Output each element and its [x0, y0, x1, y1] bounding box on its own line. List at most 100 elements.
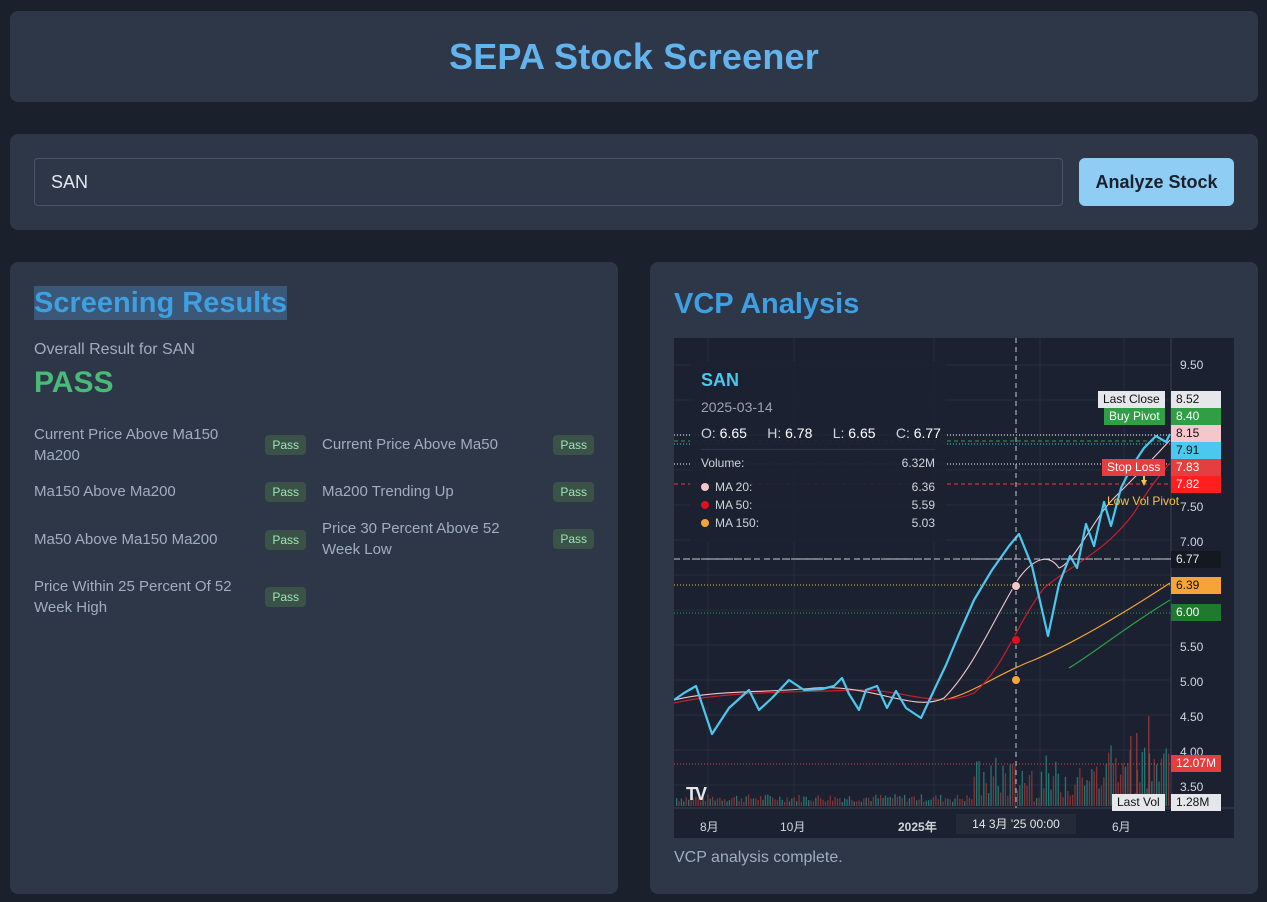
volume-bar: [851, 799, 853, 806]
volume-bar: [971, 799, 973, 806]
volume-bar: [872, 796, 875, 806]
price-chart[interactable]: 9.50 7.50 7.00 5.50 5.00 4.50 4.00 3.50 …: [674, 338, 1234, 838]
screening-results-title: Screening Results: [34, 286, 288, 320]
header-panel: SEPA Stock Screener: [10, 11, 1258, 102]
volume-bar: [887, 797, 889, 806]
level-tag: 8.15: [1171, 425, 1221, 442]
ma150-label: MA 150:: [715, 516, 760, 530]
volume-bar: [1086, 780, 1088, 806]
last-price-tag: 7.91: [1171, 442, 1221, 459]
volume-bar: [709, 798, 711, 806]
volume-bar: [743, 801, 745, 806]
volume-bar: [808, 800, 810, 806]
volume-bar: [1021, 770, 1023, 806]
volume-bar: [832, 800, 834, 806]
buy-pivot-value: 8.40: [1171, 408, 1221, 425]
volume-bar: [776, 800, 779, 806]
volume-bar: [1024, 783, 1026, 806]
tradingview-logo: TV: [686, 784, 707, 804]
volume-bar: [726, 801, 728, 806]
vcp-analysis-panel: VCP Analysis 9.50 7.50 7.00 5.50 5.00 4.…: [650, 262, 1258, 894]
volume-bar: [868, 797, 870, 806]
volume-bar: [1069, 795, 1071, 806]
volume-bar: [952, 801, 954, 806]
low-value: 6.65: [848, 425, 876, 441]
volume-bar: [707, 794, 709, 806]
ma20-value: 6.36: [911, 480, 935, 494]
crosshair-time-tag: 14 3月 '25 00:00: [956, 814, 1076, 834]
ma20-dot-icon: [701, 483, 709, 491]
volume-bar: [899, 795, 901, 806]
volume-bar: [928, 800, 930, 806]
volume-bar: [1000, 792, 1002, 806]
volume-bar: [822, 799, 824, 806]
ma150-marker: [1011, 675, 1021, 685]
volume-bar: [839, 798, 841, 806]
volume-bar: [956, 794, 959, 806]
y-tick-label: 9.50: [1180, 358, 1204, 372]
volume-bar: [911, 796, 913, 806]
volume-bar: [767, 794, 769, 806]
volume-bar: [976, 761, 978, 806]
volume-bar: [997, 785, 999, 806]
volume-bar: [1016, 790, 1019, 806]
volume-bar: [774, 799, 776, 806]
volume-bar: [992, 776, 995, 806]
criterion-item: Current Price Above Ma50 Pass: [322, 434, 594, 455]
high-value: 6.78: [785, 425, 813, 441]
volume-bar: [1048, 773, 1050, 806]
volume-bar: [745, 796, 747, 806]
volume-bar: [829, 795, 831, 806]
volume-bar: [877, 798, 879, 806]
volume-bar: [736, 795, 738, 806]
legend-ma20: MA 20: 6.36: [701, 480, 935, 494]
y-tick-label: 7.50: [1180, 500, 1204, 514]
criterion-item: Price Within 25 Percent Of 52 Week High …: [34, 576, 306, 618]
volume-bar: [853, 801, 855, 806]
volume-bar: [1148, 716, 1150, 806]
pass-badge: Pass: [553, 481, 594, 502]
volume-bar: [1108, 752, 1110, 806]
volume-bar: [834, 797, 836, 806]
last-close-value: 8.52: [1171, 391, 1221, 408]
volume-bar: [983, 771, 985, 806]
legend-divider: [701, 449, 935, 450]
volume-bar: [980, 795, 983, 806]
last-vol-value: 1.28M: [1171, 794, 1221, 811]
analyze-stock-button[interactable]: Analyze Stock: [1079, 158, 1234, 206]
volume-bar: [1165, 748, 1167, 806]
volume-bar: [944, 798, 947, 806]
volume-bar: [1079, 767, 1081, 806]
volume-bar: [680, 798, 683, 806]
criterion-item: Ma50 Above Ma150 Ma200 Pass: [34, 529, 306, 550]
pass-badge: Pass: [265, 481, 306, 502]
pass-badge: Pass: [553, 434, 594, 455]
screening-results-panel: Screening Results Overall Result for SAN…: [10, 262, 618, 894]
level-tag: 6.00: [1171, 604, 1221, 621]
volume-bar: [733, 797, 735, 806]
volume-bar: [882, 798, 884, 806]
volume-bar: [1052, 776, 1055, 806]
ma150-value: 5.03: [911, 516, 935, 530]
volume-bar: [860, 801, 863, 806]
volume-bar: [1081, 777, 1083, 806]
ticker-input[interactable]: [34, 158, 1063, 206]
volume-bar: [856, 801, 858, 806]
x-tick-label: 8月: [700, 820, 719, 834]
volume-bar: [1093, 771, 1095, 806]
volume-bar: [935, 795, 937, 806]
volume-bar: [1004, 773, 1007, 806]
volume-bars: [676, 716, 1170, 806]
open-value: 6.65: [719, 425, 747, 441]
overall-result-label: Overall Result for SAN: [34, 341, 195, 358]
volume-bar: [1105, 763, 1107, 806]
volume-bar: [925, 800, 927, 806]
volume-bar: [1076, 777, 1079, 806]
volume-bar: [968, 797, 971, 806]
volume-bar: [824, 801, 827, 806]
buy-pivot-label: Buy Pivot: [1104, 408, 1165, 425]
close-value: 6.77: [913, 425, 941, 441]
volume-bar: [1168, 753, 1170, 806]
volume-bar: [1043, 788, 1045, 806]
volume-bar: [1057, 773, 1059, 806]
